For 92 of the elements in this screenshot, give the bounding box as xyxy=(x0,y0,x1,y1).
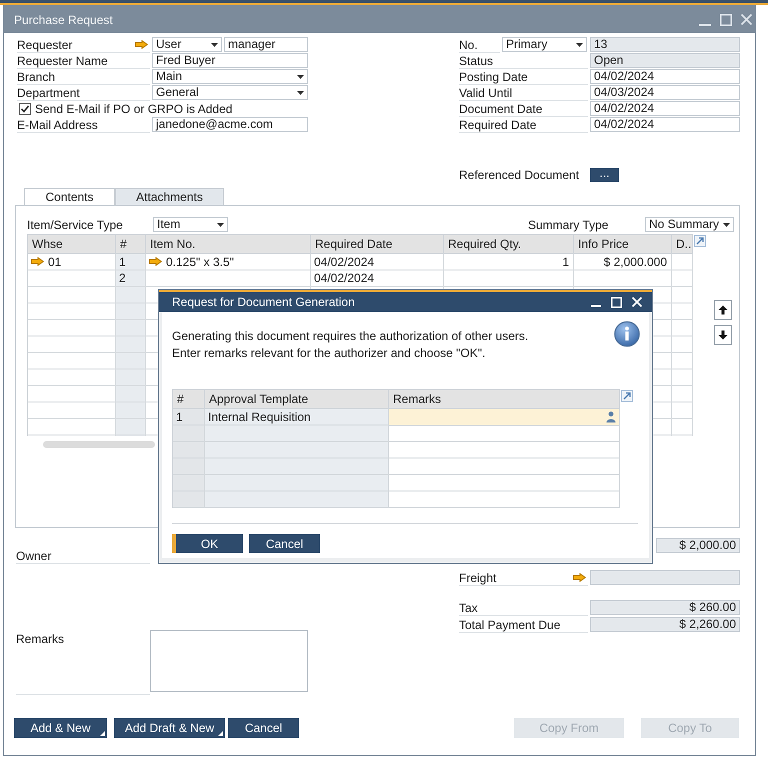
field-label: Department xyxy=(17,86,80,100)
column-header: Info Price xyxy=(574,235,672,254)
dropdown[interactable]: User xyxy=(152,37,222,52)
text-field[interactable]: janedone@acme.com xyxy=(152,117,308,132)
field-label: Posting Date xyxy=(459,70,528,84)
amount-field: $ 260.00 xyxy=(590,600,740,615)
text-field[interactable]: 04/02/2024 xyxy=(590,69,740,84)
field-label: Branch xyxy=(17,70,56,84)
remarks-input[interactable] xyxy=(389,409,620,426)
field-label: Total Payment Due xyxy=(459,618,560,632)
column-header: # xyxy=(116,235,146,254)
amount-field: $ 2,260.00 xyxy=(590,617,740,632)
browse-button[interactable]: ... xyxy=(590,168,619,182)
table-cell: 1 xyxy=(119,254,126,269)
table-cell: 01 xyxy=(48,254,62,269)
remarks-field[interactable] xyxy=(150,630,308,692)
right-arrow-icon[interactable] xyxy=(135,40,148,49)
right-arrow-icon[interactable] xyxy=(31,257,44,266)
dialog-button[interactable]: OK xyxy=(172,534,243,553)
table-cell: 1 xyxy=(176,410,183,424)
field-label: Requester Name xyxy=(17,54,108,68)
dropdown[interactable]: Main xyxy=(152,69,308,84)
table-cell: 04/02/2024 xyxy=(314,271,374,286)
dropdown[interactable]: General xyxy=(152,85,308,100)
info-icon xyxy=(614,321,640,347)
text-field[interactable]: 04/02/2024 xyxy=(590,117,740,132)
field-label: Referenced Document xyxy=(459,168,580,182)
table-cell: 1 xyxy=(562,254,569,269)
field-label: Tax xyxy=(459,600,478,614)
message-line: Generating this document requires the authorization of other users. xyxy=(172,328,528,342)
caret-icon xyxy=(723,222,730,226)
table-cell: Internal Requisition xyxy=(208,410,311,424)
field-label: Item/Service Type xyxy=(27,218,123,232)
field-label: Valid Until xyxy=(459,86,512,100)
field-label: Owner xyxy=(16,549,52,563)
dialog-title: Request for Document Generation xyxy=(172,295,355,309)
column-header: # xyxy=(173,390,205,409)
arrow-down-icon xyxy=(718,330,728,340)
field-label: Requester xyxy=(17,38,72,52)
column-header: D.. xyxy=(672,235,693,254)
column-header: Whse xyxy=(28,235,116,254)
caret-icon xyxy=(576,42,583,46)
action-button[interactable]: Add & New xyxy=(14,718,107,738)
field-label: Document Date xyxy=(459,102,542,116)
action-button[interactable]: Add Draft & New xyxy=(114,718,225,738)
caret-icon xyxy=(211,42,218,46)
right-arrow-icon[interactable] xyxy=(573,573,586,582)
table-cell: 0.125" x 3.5" xyxy=(166,254,234,269)
table-cell: 2 xyxy=(119,271,126,286)
dialog-button[interactable]: Cancel xyxy=(249,534,320,553)
column-header: Required Date xyxy=(311,235,444,254)
field-label: Remarks xyxy=(16,632,64,646)
text-field[interactable]: 04/02/2024 xyxy=(590,101,740,116)
window-title: Purchase Request xyxy=(14,12,113,26)
column-header: Item No. xyxy=(146,235,311,254)
dropdown[interactable]: No Summary xyxy=(645,217,734,232)
dropdown[interactable]: Primary xyxy=(502,37,587,52)
tab[interactable]: Attachments xyxy=(115,188,224,205)
column-header: Required Qty. xyxy=(444,235,574,254)
amount-field: $ 2,000.00 xyxy=(656,538,740,553)
text-field[interactable]: Fred Buyer xyxy=(152,53,308,68)
expand-icon[interactable] xyxy=(621,390,633,402)
caret-icon xyxy=(217,222,224,226)
move-down-button[interactable] xyxy=(714,325,732,345)
horizontal-scrollbar[interactable] xyxy=(43,440,155,448)
column-header: Approval Template xyxy=(205,390,389,409)
dropdown[interactable]: Item xyxy=(153,217,228,232)
checkbox-label: Send E-Mail if PO or GRPO is Added xyxy=(35,102,232,116)
caret-icon xyxy=(297,90,304,94)
checkbox[interactable] xyxy=(19,103,31,115)
message-line: Enter remarks relevant for the authorizer and choose "OK". xyxy=(172,346,486,360)
arrow-up-icon xyxy=(718,305,728,315)
move-up-button[interactable] xyxy=(714,300,732,320)
text-field[interactable]: 13 xyxy=(590,37,740,52)
column-header: Remarks xyxy=(389,390,620,409)
right-arrow-icon[interactable] xyxy=(149,257,162,266)
table-cell: 04/02/2024 xyxy=(314,254,374,269)
text-field[interactable]: 04/03/2024 xyxy=(590,85,740,100)
field-label: Freight xyxy=(459,570,496,584)
text-field[interactable]: manager xyxy=(224,37,308,52)
field-label: E-Mail Address xyxy=(17,118,98,132)
expand-icon[interactable] xyxy=(694,235,706,247)
field-label: No. xyxy=(459,38,478,52)
person-icon xyxy=(606,410,616,423)
table-cell: $ 2,000.000 xyxy=(604,254,667,269)
tab[interactable]: Contents xyxy=(24,188,115,205)
action-button[interactable]: Cancel xyxy=(228,718,299,738)
caret-icon xyxy=(297,74,304,78)
text-field[interactable]: Open xyxy=(590,53,740,68)
field-label: Required Date xyxy=(459,118,536,132)
field-label: Summary Type xyxy=(528,218,608,232)
field-label: Status xyxy=(459,54,494,68)
